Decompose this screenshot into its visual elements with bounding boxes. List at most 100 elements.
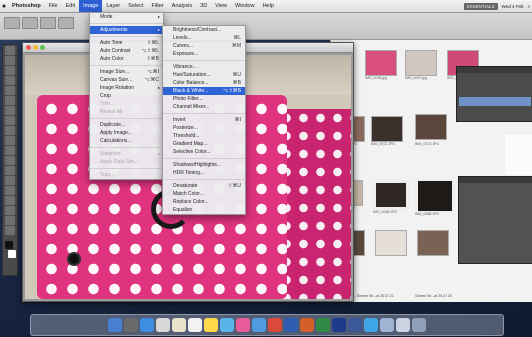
type-tool-icon[interactable] [5,186,15,195]
menu-item-mode[interactable]: Mode ▸ [90,13,163,21]
menu-item-color-balance[interactable]: Color Balance... ⌘B [163,79,245,87]
menu-layer[interactable]: Layer [102,0,124,12]
close-icon[interactable] [26,45,31,50]
menu-item-auto-tone[interactable]: Auto Tone ⇧⌘L [90,39,163,47]
menu-analysis[interactable]: Analysis [168,0,196,12]
healing-tool-icon[interactable] [5,106,15,115]
launchpad-icon[interactable] [124,318,138,332]
menu-item-exposure[interactable]: Exposure... [163,50,245,58]
menu-item-reveal-all[interactable]: Reveal All [90,108,163,116]
menu-item-trim[interactable]: Trim... [90,100,163,108]
workspace-switcher[interactable]: ESSENTIALS [463,2,498,10]
menu-item-variables[interactable]: Variables ▸ [90,150,163,158]
messages-icon[interactable] [220,318,234,332]
move-tool-icon[interactable] [5,46,15,55]
eraser-tool-icon[interactable] [5,146,15,155]
dodge-tool-icon[interactable] [5,166,15,175]
option-button[interactable] [22,17,38,29]
documents-stack-icon[interactable] [396,318,410,332]
file-thumbnail[interactable] [405,50,437,76]
menu-item-levels[interactable]: Levels... ⌘L [163,34,245,42]
menu-item-hdr-toning[interactable]: HDR Toning... [163,169,245,177]
file-thumbnail-selected[interactable] [415,178,455,214]
menu-item-auto-contrast[interactable]: Auto Contrast ⌥⇧⌘L [90,47,163,55]
pen-tool-icon[interactable] [5,176,15,185]
word-icon[interactable] [284,318,298,332]
contacts-icon[interactable] [172,318,186,332]
apple-icon[interactable]: ● [0,3,8,10]
panel-header[interactable] [457,67,532,73]
safari-icon[interactable] [140,318,154,332]
menu-item-image-rotation[interactable]: Image Rotation ▸ [90,84,163,92]
photoshop-icon[interactable] [332,318,346,332]
shape-tool-icon[interactable] [5,206,15,215]
menu-item-adjustments[interactable]: Adjustments ▸ [90,26,163,34]
history-brush-tool-icon[interactable] [5,136,15,145]
menu-image[interactable]: Image [79,0,103,12]
facebook-icon[interactable] [348,318,362,332]
menu-item-vibrance[interactable]: Vibrance... [163,63,245,71]
photo-booth-icon[interactable] [268,318,282,332]
powerpoint-icon[interactable] [300,318,314,332]
menu-item-threshold[interactable]: Threshold... [163,132,245,140]
zoom-icon[interactable] [40,45,45,50]
search-icon[interactable]: ⌕ [527,4,530,9]
brush-tool-icon[interactable] [5,116,15,125]
menu-item-posterize[interactable]: Posterize... [163,124,245,132]
menu-item-auto-color[interactable]: Auto Color ⇧⌘B [90,55,163,63]
file-thumbnail[interactable] [365,50,397,76]
trash-icon[interactable] [412,318,426,332]
file-thumbnail[interactable] [375,230,407,256]
file-thumbnail[interactable] [417,230,449,256]
background-color-swatch[interactable] [8,250,16,258]
menu-item-brightness-contrast[interactable]: Brightness/Contrast... [163,26,245,34]
menu-item-curves[interactable]: Curves... ⌘M [163,42,245,50]
menu-app[interactable]: Photoshop [8,0,45,12]
app-store-icon[interactable] [252,318,266,332]
file-thumbnail[interactable] [371,116,403,142]
option-button[interactable] [58,17,74,29]
menu-item-calculations[interactable]: Calculations... [90,137,163,145]
stamp-tool-icon[interactable] [5,126,15,135]
menu-filter[interactable]: Filter [147,0,167,12]
notes-icon[interactable] [204,318,218,332]
menu-item-desaturate[interactable]: Desaturate ⇧⌘U [163,182,245,190]
calendar-icon[interactable] [188,318,202,332]
zoom-tool-icon[interactable] [5,226,15,235]
foreground-color-swatch[interactable] [5,241,13,249]
finder-icon[interactable] [108,318,122,332]
menu-item-selective-color[interactable]: Selective Color... [163,148,245,156]
menu-edit[interactable]: Edit [62,0,79,12]
mail-icon[interactable] [156,318,170,332]
layer-row-background[interactable] [459,97,531,106]
eyedropper-tool-icon[interactable] [5,96,15,105]
menu-item-photo-filter[interactable]: Photo Filter... [163,95,245,103]
menu-item-channel-mixer[interactable]: Channel Mixer... [163,103,245,111]
menu-item-equalize[interactable]: Equalize [163,206,245,214]
menu-item-gradient-map[interactable]: Gradient Map... [163,140,245,148]
marquee-tool-icon[interactable] [5,56,15,65]
menu-item-invert[interactable]: Invert ⌘I [163,116,245,124]
menu-file[interactable]: File [45,0,62,12]
menu-select[interactable]: Select [124,0,147,12]
file-thumbnail[interactable] [415,114,447,140]
menu-item-duplicate[interactable]: Duplicate... [90,121,163,129]
menu-3d[interactable]: 3D [196,0,211,12]
menu-window[interactable]: Window [231,0,259,12]
lasso-tool-icon[interactable] [5,66,15,75]
option-button[interactable] [40,17,56,29]
menu-item-hue-saturation[interactable]: Hue/Saturation... ⌘U [163,71,245,79]
menu-item-shadows-highlights[interactable]: Shadows/Highlights... [163,161,245,169]
minimize-icon[interactable] [33,45,38,50]
menu-item-replace-color[interactable]: Replace Color... [163,198,245,206]
itunes-icon[interactable] [236,318,250,332]
excel-icon[interactable] [316,318,330,332]
panel-header[interactable] [459,177,532,183]
menu-item-black-white[interactable]: Black & White... ⌥⇧⌘B [163,87,245,95]
downloads-stack-icon[interactable] [380,318,394,332]
file-thumbnail[interactable] [373,180,409,210]
menu-item-trap[interactable]: Trap... [90,171,163,179]
menu-item-match-color[interactable]: Match Color... [163,190,245,198]
crop-tool-icon[interactable] [5,86,15,95]
menu-item-canvas-size[interactable]: Canvas Size... ⌥⌘C [90,76,163,84]
